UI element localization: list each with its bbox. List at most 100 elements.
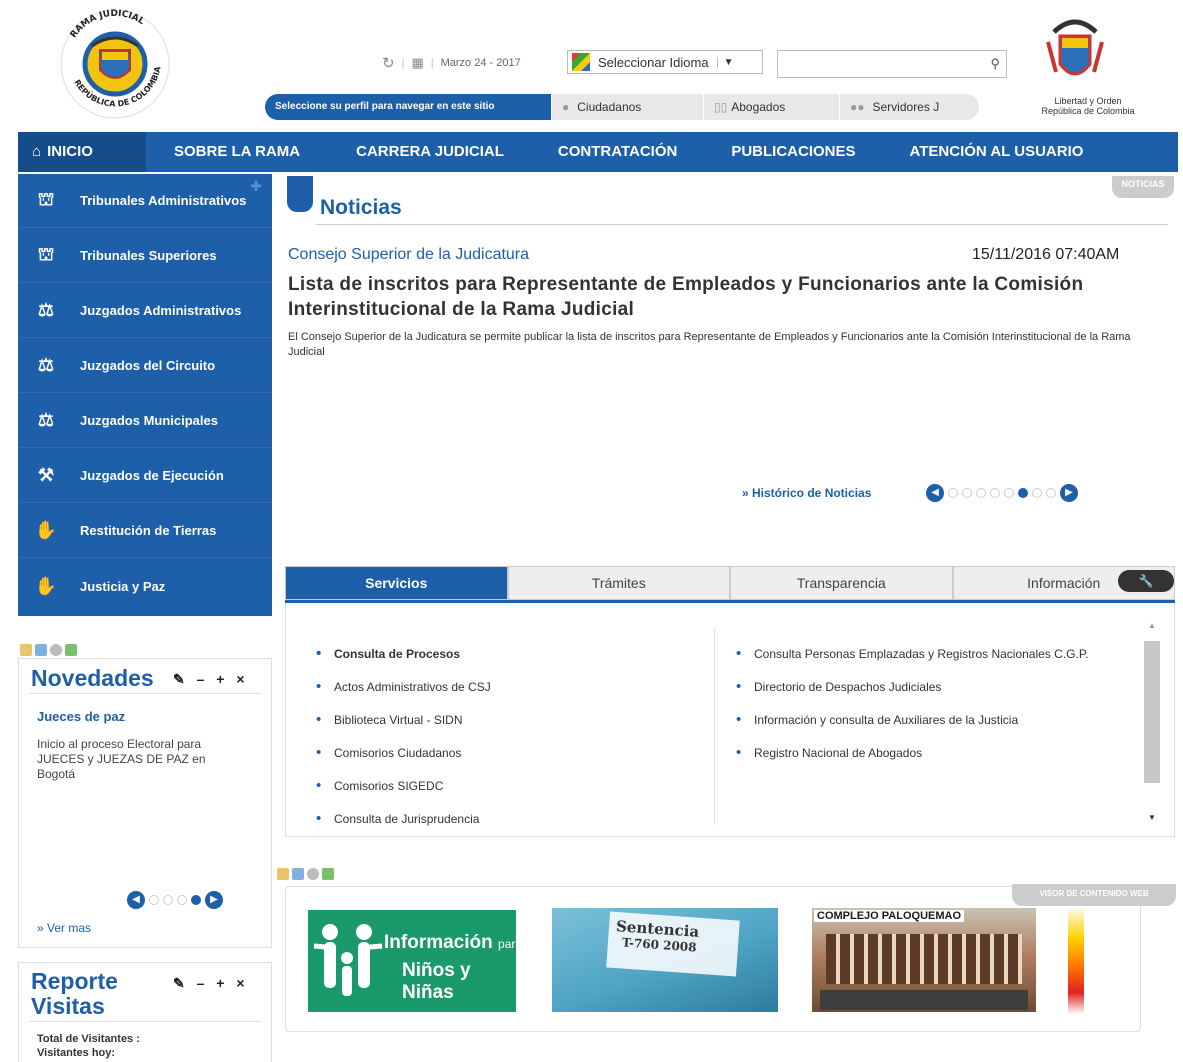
people-icon: ●●: [850, 100, 865, 114]
carousel-dot[interactable]: [1004, 488, 1014, 498]
service-auxiliares-justicia[interactable]: Información y consulta de Auxiliares de …: [734, 712, 1104, 728]
service-consulta-jurisprudencia[interactable]: Consulta de Jurisprudencia: [314, 811, 694, 827]
scrollbar[interactable]: ▲ ▼: [1144, 621, 1160, 827]
services-list-right: Consulta Personas Emplazadas y Registros…: [734, 646, 1104, 779]
search-icon[interactable]: ⚲: [990, 56, 1000, 72]
header-toolbar: ↻ | ▦ | Marzo 24 - 2017: [382, 54, 521, 72]
next-icon[interactable]: ▶: [205, 891, 223, 909]
reporte-title: Reporte Visitas: [31, 969, 118, 1019]
carousel-dot[interactable]: [990, 488, 1000, 498]
profile-servidores[interactable]: ●● Servidores J: [839, 94, 979, 120]
tab-servicios[interactable]: Servicios: [285, 566, 508, 600]
carousel-dot[interactable]: [1032, 488, 1042, 498]
widget-controls[interactable]: ✎ – + ×: [173, 975, 249, 992]
profile-bar: Seleccione su perfil para navegar en est…: [265, 94, 979, 120]
scroll-down-icon[interactable]: ▼: [1144, 813, 1160, 827]
nav-sobre-la-rama[interactable]: SOBRE LA RAMA: [160, 132, 314, 172]
rama-judicial-logo[interactable]: RAMA JUDICIAL REPÚBLICA DE COLOMBIA: [52, 6, 178, 124]
news-summary: El Consejo Superior de la Judicatura se …: [288, 331, 1131, 358]
sidebar-item-restitucion-tierras[interactable]: ✋ Restitución de Tierras: [18, 504, 272, 558]
refresh-icon[interactable]: ↻: [382, 54, 395, 72]
services-panel: Consulta de Procesos Actos Administrativ…: [285, 603, 1175, 837]
service-comisorios-sigedc[interactable]: Comisorios SIGEDC: [314, 778, 694, 794]
carousel-dot[interactable]: [1046, 488, 1056, 498]
service-consulta-procesos[interactable]: Consulta de Procesos: [314, 646, 694, 662]
carousel-dot[interactable]: [163, 895, 173, 905]
news-headline[interactable]: Lista de inscritos para Representante de…: [288, 272, 1108, 322]
carousel-dot[interactable]: [948, 488, 958, 498]
divider: [29, 1021, 261, 1022]
nav-publicaciones[interactable]: PUBLICACIONES: [717, 132, 869, 172]
novedades-item-title[interactable]: Jueces de paz: [37, 709, 125, 724]
sidebar: ✚ ⛫ Tribunales Administrativos ⛫ Tribuna…: [18, 174, 272, 616]
sidebar-item-juzgados-ejecucion[interactable]: ⚒ Juzgados de Ejecución: [18, 449, 272, 503]
language-select[interactable]: Seleccionar Idioma ▼: [567, 50, 763, 74]
sidebar-item-label: Justicia y Paz: [80, 578, 166, 594]
tab-transparencia[interactable]: Transparencia: [730, 566, 953, 600]
calendar-icon[interactable]: ▦: [411, 55, 423, 71]
emblem-caption-line2: República de Colombia: [1041, 106, 1135, 116]
scrollbar-thumb[interactable]: [1144, 641, 1160, 783]
profile-ciudadanos[interactable]: ● Ciudadanos: [551, 94, 703, 120]
next-icon[interactable]: ▶: [1060, 484, 1078, 502]
sidebar-item-label: Tribunales Administrativos: [80, 193, 247, 208]
search-input[interactable]: ⚲: [777, 50, 1007, 78]
carousel-dot[interactable]: [149, 895, 159, 905]
nav-inicio[interactable]: ⌂ INICIO: [18, 132, 146, 172]
scroll-up-icon[interactable]: ▲: [1144, 621, 1160, 635]
divider: [316, 224, 1168, 225]
sidebar-item-juzgados-administrativos[interactable]: ⚖ Juzgados Administrativos: [18, 284, 272, 338]
service-biblioteca-virtual[interactable]: Biblioteca Virtual - SIDN: [314, 712, 694, 728]
export-icon[interactable]: [65, 644, 77, 656]
sidebar-item-label: Juzgados del Circuito: [80, 358, 216, 373]
banner-paloquemao[interactable]: COMPLEJO PALOQUEMAO: [812, 908, 1036, 1012]
carousel-dot[interactable]: [962, 488, 972, 498]
sidebar-item-tribunales-superiores[interactable]: ⛫ Tribunales Superiores: [18, 229, 272, 283]
settings-icon[interactable]: [50, 644, 62, 656]
edit-icon[interactable]: [20, 644, 32, 656]
handshake-icon: ✋: [34, 575, 58, 596]
divider: [29, 693, 261, 694]
profile-prompt: Seleccione su perfil para navegar en est…: [265, 94, 551, 120]
profile-servidores-label: Servidores J: [872, 100, 940, 114]
banner-ninos-ninas[interactable]: Información para Niños y Niñas: [308, 910, 516, 1012]
nav-contratacion[interactable]: CONTRATACIÓN: [544, 132, 691, 172]
news-source[interactable]: Consejo Superior de la Judicatura: [288, 246, 529, 264]
services-list-left: Consulta de Procesos Actos Administrativ…: [314, 646, 694, 836]
sidebar-item-justicia-paz[interactable]: ✋ Justicia y Paz: [18, 559, 272, 613]
current-date: Marzo 24 - 2017: [440, 57, 521, 69]
scales-icon: ⚖: [37, 355, 55, 375]
banner-ninos-line1-main: Información: [384, 932, 493, 953]
carousel-dot[interactable]: [976, 488, 986, 498]
service-registro-abogados[interactable]: Registro Nacional de Abogados: [734, 745, 1104, 761]
edit-icon[interactable]: [277, 868, 289, 880]
sidebar-item-tribunales-administrativos[interactable]: ⛫ Tribunales Administrativos: [18, 174, 272, 228]
carousel-dot[interactable]: [191, 895, 201, 905]
sidebar-item-label: Juzgados Municipales: [80, 413, 218, 428]
service-directorio-despachos[interactable]: Directorio de Despachos Judiciales: [734, 679, 1104, 695]
view-icon[interactable]: [35, 644, 47, 656]
service-comisorios-ciudadanos[interactable]: Comisorios Ciudadanos: [314, 745, 694, 761]
prev-icon[interactable]: ◀: [127, 891, 145, 909]
tab-tramites[interactable]: Trámites: [507, 566, 730, 600]
service-actos-administrativos[interactable]: Actos Administrativos de CSJ: [314, 679, 694, 695]
profile-abogados[interactable]: ▯▯ Abogados: [703, 94, 839, 120]
export-icon[interactable]: [322, 868, 334, 880]
sidebar-item-juzgados-municipales[interactable]: ⚖ Juzgados Municipales: [18, 394, 272, 448]
carousel-dot[interactable]: [177, 895, 187, 905]
carousel-dot[interactable]: [1018, 488, 1028, 498]
family-icon: [313, 924, 383, 996]
banner-sentencia[interactable]: Sentencia T-760 2008: [552, 908, 778, 1012]
sidebar-item-juzgados-circuito[interactable]: ⚖ Juzgados del Circuito: [18, 339, 272, 393]
view-icon[interactable]: [292, 868, 304, 880]
nav-atencion-usuario[interactable]: ATENCIÓN AL USUARIO: [896, 132, 1098, 172]
settings-icon[interactable]: [307, 868, 319, 880]
prev-icon[interactable]: ◀: [926, 484, 944, 502]
wrench-icon[interactable]: 🔧: [1118, 570, 1174, 592]
service-personas-emplazadas[interactable]: Consulta Personas Emplazadas y Registros…: [734, 646, 1104, 662]
widget-controls[interactable]: ✎ – + ×: [173, 671, 249, 688]
column-divider: [714, 629, 715, 825]
ver-mas-link[interactable]: » Ver mas: [37, 921, 91, 935]
historico-noticias-link[interactable]: » Histórico de Noticias: [742, 486, 871, 500]
nav-carrera-judicial[interactable]: CARRERA JUDICIAL: [342, 132, 518, 172]
